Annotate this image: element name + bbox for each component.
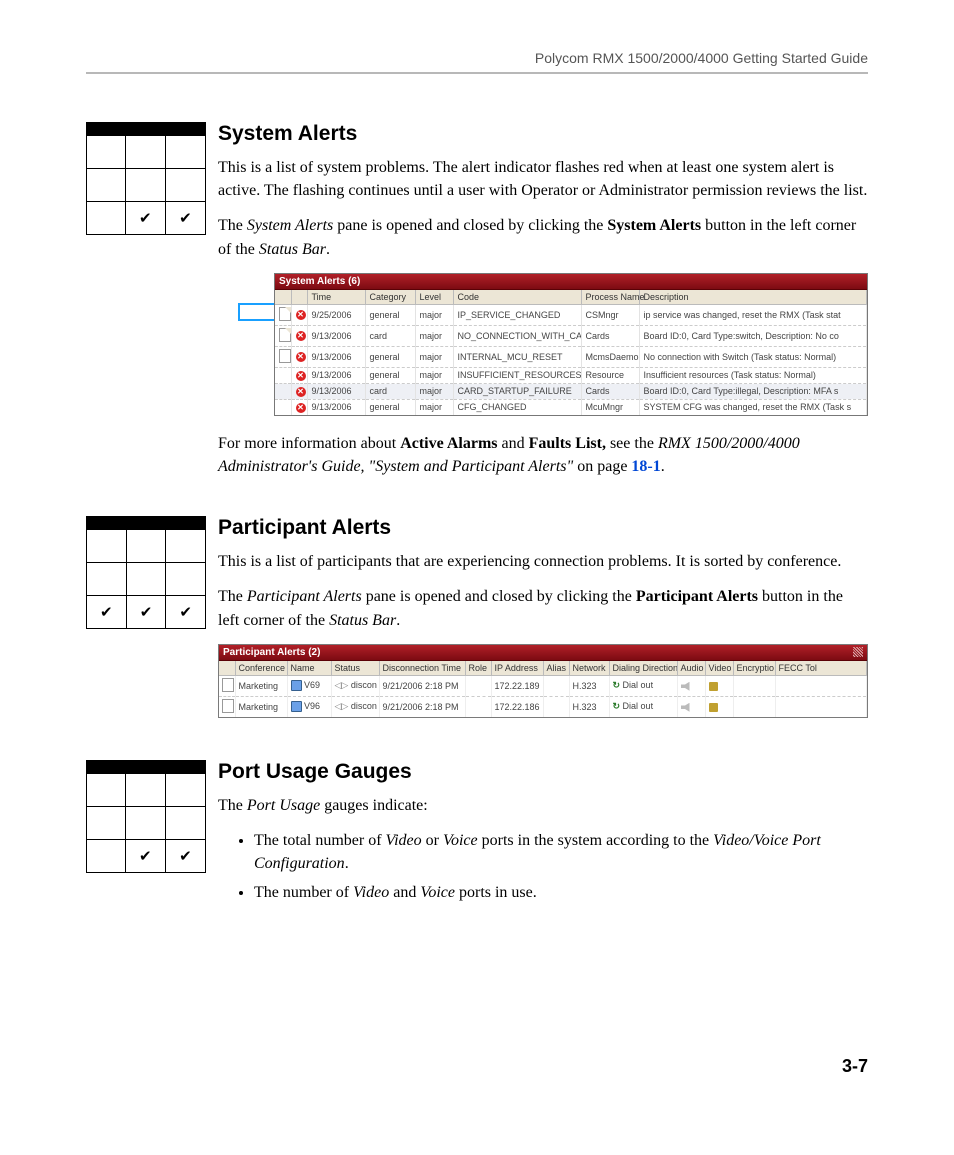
system-alerts-col-header: Category <box>365 290 415 305</box>
participant-alerts-p2: The Participant Alerts pane is opened an… <box>218 585 868 631</box>
table-row: ✕9/25/2006generalmajorIP_SERVICE_CHANGED… <box>275 304 867 325</box>
tab-icon <box>222 678 234 692</box>
system-alerts-check-grid: ✔ ✔ <box>86 122 218 235</box>
system-alerts-col-header: Level <box>415 290 453 305</box>
participant-alerts-col-header: Name <box>287 661 331 676</box>
alert-icon: ✕ <box>296 403 306 413</box>
chk-pa-2: ✔ <box>166 596 206 629</box>
participant-alerts-col-header: Disconnection Time <box>379 661 465 676</box>
chk-pa-1: ✔ <box>126 596 166 629</box>
alert-icon: ✕ <box>296 310 306 320</box>
table-row: ✕9/13/2006cardmajorCARD_STARTUP_FAILUREC… <box>275 383 867 399</box>
alert-icon: ✕ <box>296 331 306 341</box>
header-title: Polycom RMX 1500/2000/4000 Getting Start… <box>86 50 868 74</box>
table-row: ✕9/13/2006generalmajorINTERNAL_MCU_RESET… <box>275 346 867 367</box>
grip-icon <box>853 647 863 657</box>
system-alerts-col-header <box>291 290 307 305</box>
participant-alerts-p1: This is a list of participants that are … <box>218 550 868 573</box>
system-alerts-col-header: Time <box>307 290 365 305</box>
chk-pu-0 <box>87 839 126 872</box>
participant-alerts-col-header: Role <box>465 661 491 676</box>
chk-pu-1: ✔ <box>125 839 165 872</box>
page-icon <box>279 328 291 342</box>
dial-out-icon: ↻ <box>613 701 621 711</box>
system-alerts-p3: For more information about Active Alarms… <box>218 432 868 478</box>
participant-alerts-table: ConferenceNameStatusDisconnection TimeRo… <box>219 661 867 717</box>
system-alerts-col-header: Code <box>453 290 581 305</box>
table-row: ✕9/13/2006cardmajorNO_CONNECTION_WITH_CA… <box>275 325 867 346</box>
camera-icon <box>709 682 718 691</box>
port-usage-p1: The Port Usage gauges indicate: <box>218 794 868 817</box>
participant-alerts-col-header: FECC Tol <box>775 661 867 676</box>
system-alerts-heading: System Alerts <box>218 122 868 146</box>
page-number: 3-7 <box>86 1056 868 1077</box>
table-row: Marketing V96◁▷ discon9/21/2006 2:18 PM1… <box>219 696 867 717</box>
link-18-1[interactable]: 18-1 <box>631 458 660 475</box>
participant-alerts-col-header: Dialing Direction <box>609 661 677 676</box>
chk-sa-0 <box>87 202 126 235</box>
speaker-icon <box>681 682 690 691</box>
page-icon <box>279 349 291 363</box>
speaker-icon <box>681 703 690 712</box>
participant-alerts-col-header: Audio <box>677 661 705 676</box>
system-alerts-table: TimeCategoryLevelCodeProcess NameDescrip… <box>275 290 867 415</box>
port-usage-heading: Port Usage Gauges <box>218 760 868 784</box>
callout-lines-icon <box>230 297 274 335</box>
chk-pa-0: ✔ <box>87 596 127 629</box>
system-alerts-p1: This is a list of system problems. The a… <box>218 156 868 202</box>
system-alerts-p2: The System Alerts pane is opened and clo… <box>218 214 868 260</box>
participant-alerts-col-header: Conference <box>235 661 287 676</box>
system-alerts-col-header: Process Name <box>581 290 639 305</box>
participant-alerts-check-grid: ✔ ✔ ✔ <box>86 516 218 629</box>
chk-pu-2: ✔ <box>165 839 205 872</box>
dial-out-icon: ↻ <box>613 680 621 690</box>
participant-alerts-col-header: Network <box>569 661 609 676</box>
system-alerts-col-header <box>275 290 291 305</box>
alert-icon: ✕ <box>296 371 306 381</box>
port-usage-bullet-2: The number of Video and Voice ports in u… <box>254 881 868 904</box>
participant-icon <box>291 701 302 712</box>
table-row: Marketing V69◁▷ discon9/21/2006 2:18 PM1… <box>219 675 867 696</box>
participant-alerts-col-header: IP Address <box>491 661 543 676</box>
table-row: ✕9/13/2006generalmajorCFG_CHANGEDMcuMngr… <box>275 399 867 415</box>
participant-icon <box>291 680 302 691</box>
tab-icon <box>222 699 234 713</box>
participant-alerts-heading: Participant Alerts <box>218 516 868 540</box>
participant-alerts-col-header: Status <box>331 661 379 676</box>
participant-alerts-col-header <box>219 661 235 676</box>
chk-sa-2: ✔ <box>165 202 205 235</box>
participant-alerts-col-header: Alias <box>543 661 569 676</box>
system-alerts-panel-title: System Alerts (6) <box>275 274 867 290</box>
participant-alerts-col-header: Encryptio <box>733 661 775 676</box>
alert-icon: ✕ <box>296 387 306 397</box>
port-usage-bullet-1: The total number of Video or Voice ports… <box>254 829 868 875</box>
system-alerts-col-header: Description <box>639 290 867 305</box>
participant-alerts-figure: Participant Alerts (2) ConferenceNameSta… <box>218 644 868 718</box>
participant-alerts-col-header: Video <box>705 661 733 676</box>
chk-sa-1: ✔ <box>125 202 165 235</box>
port-usage-check-grid: ✔ ✔ <box>86 760 218 873</box>
alert-icon: ✕ <box>296 352 306 362</box>
camera-icon <box>709 703 718 712</box>
table-row: ✕9/13/2006generalmajorINSUFFICIENT_RESOU… <box>275 367 867 383</box>
page-icon <box>279 307 291 321</box>
system-alerts-figure: System Alerts (6) TimeCategoryLevelCodeP… <box>274 273 868 416</box>
participant-alerts-panel-title: Participant Alerts (2) <box>219 645 867 661</box>
